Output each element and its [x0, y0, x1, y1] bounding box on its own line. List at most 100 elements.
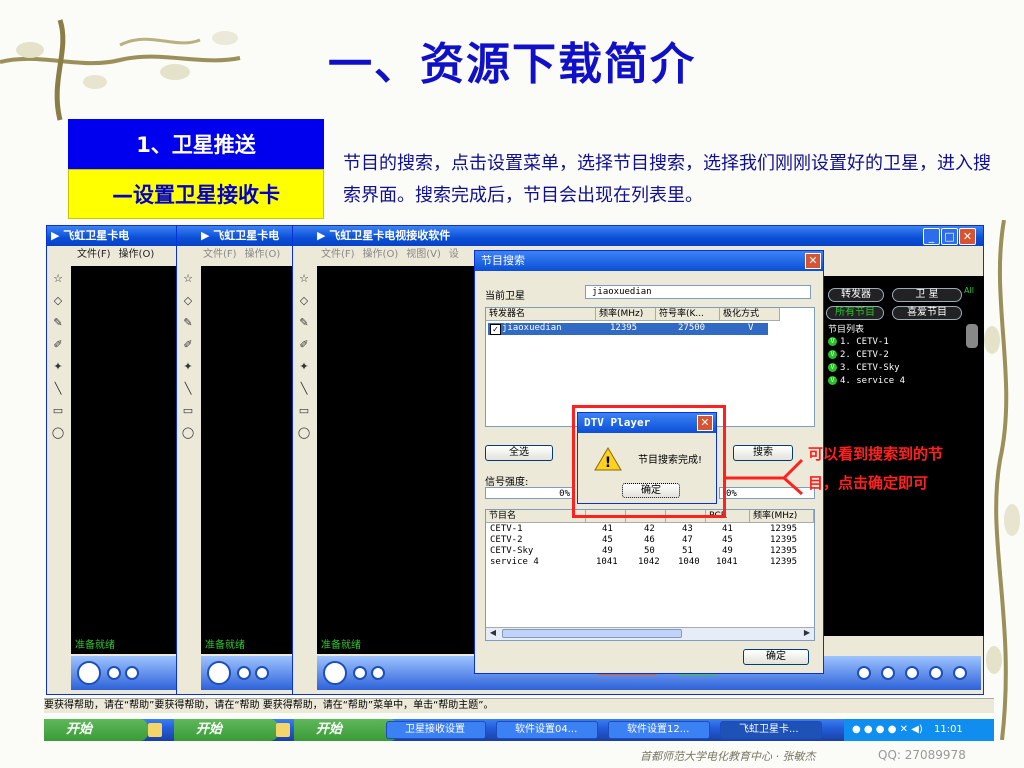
- pencil-tool-icon[interactable]: ✐: [51, 338, 65, 352]
- play-button[interactable]: [77, 661, 101, 685]
- menu-view[interactable]: 视图(V): [406, 249, 441, 260]
- col-header[interactable]: 符号率(K...: [656, 308, 720, 321]
- settings-button[interactable]: [881, 666, 895, 680]
- ellipse-tool-icon[interactable]: ◯: [181, 426, 195, 440]
- pencil-tool-icon[interactable]: ✐: [181, 338, 195, 352]
- pause-button[interactable]: [371, 666, 385, 680]
- start-button[interactable]: 开始: [44, 719, 148, 741]
- play-button[interactable]: [207, 661, 231, 685]
- window-titlebar[interactable]: ▶ 飞虹卫星卡电视接收软件: [293, 226, 983, 246]
- pause-button[interactable]: [125, 666, 139, 680]
- brush-tool-icon[interactable]: ✦: [181, 360, 195, 374]
- brush-tool-icon[interactable]: ✦: [297, 360, 311, 374]
- favorites-button[interactable]: 喜爱节目: [892, 306, 962, 320]
- dropper-tool-icon[interactable]: ✎: [297, 316, 311, 330]
- eraser-tool-icon[interactable]: ◇: [51, 294, 65, 308]
- scroll-left-icon[interactable]: ◀: [487, 628, 499, 639]
- pencil-tool-icon[interactable]: ✐: [297, 338, 311, 352]
- quick-launch-icon[interactable]: [148, 723, 162, 737]
- program-list[interactable]: 节目名 PCR 频率(MHz) CETV-1 41 42 43 41 12395…: [485, 509, 815, 641]
- satellite-button[interactable]: 卫 星: [892, 288, 962, 302]
- all-programs-button[interactable]: 所有节目: [826, 306, 884, 320]
- taskbar-item[interactable]: 软件设置12...: [608, 721, 710, 739]
- line-tool-icon[interactable]: ╲: [51, 382, 65, 396]
- eraser-tool-icon[interactable]: ◇: [181, 294, 195, 308]
- epg-button[interactable]: [929, 666, 943, 680]
- col-header[interactable]: 转发器名: [486, 308, 596, 321]
- scroll-thumb[interactable]: [502, 629, 682, 638]
- menu-file[interactable]: 文件(F): [321, 249, 355, 260]
- pause-button[interactable]: [255, 666, 269, 680]
- quick-launch-icon[interactable]: [276, 723, 290, 737]
- col-header[interactable]: 频率(MHz): [750, 510, 814, 523]
- info-button[interactable]: [905, 666, 919, 680]
- menu-operate[interactable]: 操作(O): [245, 249, 281, 260]
- channel-item[interactable]: V 2. CETV-2: [828, 349, 889, 362]
- ellipse-tool-icon[interactable]: ◯: [297, 426, 311, 440]
- scroll-right-icon[interactable]: ▶: [801, 628, 813, 639]
- footer-qq: QQ: 27089978: [878, 748, 966, 762]
- col-header[interactable]: 极化方式: [720, 308, 780, 321]
- transponder-row[interactable]: ✓ jiaoxuedian 12395 27500 V: [488, 323, 768, 335]
- annotation-line-1: 可以看到搜索到的节: [808, 445, 944, 463]
- annotation-text: 可以看到搜索到的节 目，点击确定即可: [808, 440, 973, 498]
- star-tool-icon[interactable]: ☆: [51, 272, 65, 286]
- program-row[interactable]: CETV-1 41 42 43 41 12395: [488, 524, 814, 535]
- star-tool-icon[interactable]: ☆: [181, 272, 195, 286]
- close-button[interactable]: ✕: [959, 228, 976, 245]
- clock: 11:01: [933, 724, 963, 735]
- star-tool-icon[interactable]: ☆: [297, 272, 311, 286]
- ok-button[interactable]: 确定: [743, 649, 809, 665]
- minimize-button[interactable]: _: [923, 228, 940, 245]
- channel-scrollbar[interactable]: [966, 324, 978, 348]
- col-header[interactable]: 频率(MHz): [596, 308, 656, 321]
- channel-item[interactable]: V 4. service 4: [828, 375, 905, 388]
- dropper-tool-icon[interactable]: ✎: [51, 316, 65, 330]
- ellipse-tool-icon[interactable]: ◯: [51, 426, 65, 440]
- menu-file[interactable]: 文件(F): [203, 249, 237, 260]
- menu-operate[interactable]: 操作(O): [119, 249, 155, 260]
- rect-tool-icon[interactable]: ▭: [297, 404, 311, 418]
- line-tool-icon[interactable]: ╲: [297, 382, 311, 396]
- eraser-tool-icon[interactable]: ◇: [297, 294, 311, 308]
- program-cell: 49: [602, 546, 613, 556]
- dialog-title[interactable]: 节目搜索: [475, 251, 823, 271]
- close-icon[interactable]: ✕: [805, 253, 821, 269]
- rect-tool-icon[interactable]: ▭: [51, 404, 65, 418]
- stop-button[interactable]: [353, 666, 367, 680]
- col-header[interactable]: 节目名: [486, 510, 586, 523]
- program-row[interactable]: CETV-Sky 49 50 51 49 12395: [488, 546, 814, 557]
- current-sat-field[interactable]: jiaoxuedian: [585, 285, 811, 299]
- dropper-tool-icon[interactable]: ✎: [181, 316, 195, 330]
- program-row[interactable]: CETV-2 45 46 47 45 12395: [488, 535, 814, 546]
- footer-credit: 首都师范大学电化教育中心 · 张敏杰: [640, 750, 816, 763]
- start-button[interactable]: 开始: [174, 719, 278, 741]
- program-cell: 12395: [770, 524, 798, 534]
- program-row[interactable]: service 4 1041 1042 1040 1041 12395: [488, 557, 814, 568]
- app-logo-icon: ▶: [51, 229, 64, 242]
- taskbar-item[interactable]: 飞虹卫星卡...: [720, 721, 822, 739]
- line-tool-icon[interactable]: ╲: [181, 382, 195, 396]
- select-all-button[interactable]: 全选: [485, 445, 553, 461]
- transponder-button[interactable]: 转发器: [828, 288, 884, 302]
- menu-settings[interactable]: 设: [449, 249, 459, 260]
- taskbar-item[interactable]: 软件设置04...: [496, 721, 598, 739]
- record-button[interactable]: [857, 666, 871, 680]
- rect-tool-icon[interactable]: ▭: [181, 404, 195, 418]
- tray-icons[interactable]: ● ● ● ● ✕ ◀): [852, 724, 923, 735]
- play-button[interactable]: [323, 661, 347, 685]
- start-button[interactable]: 开始: [294, 719, 398, 741]
- maximize-button[interactable]: □: [941, 228, 958, 245]
- horizontal-scrollbar[interactable]: ◀ ▶: [486, 627, 814, 640]
- channel-item[interactable]: V 3. CETV-Sky: [828, 362, 900, 375]
- program-cell: 42: [644, 524, 655, 534]
- taskbar-item[interactable]: 卫星接收设置: [386, 721, 486, 739]
- stop-button[interactable]: [237, 666, 251, 680]
- menu-file[interactable]: 文件(F): [77, 249, 111, 260]
- stop-button[interactable]: [107, 666, 121, 680]
- checkbox-icon[interactable]: ✓: [490, 324, 501, 335]
- brush-tool-icon[interactable]: ✦: [51, 360, 65, 374]
- menu-button[interactable]: [953, 666, 967, 680]
- menu-operate[interactable]: 操作(O): [363, 249, 399, 260]
- channel-item[interactable]: V 1. CETV-1: [828, 336, 889, 349]
